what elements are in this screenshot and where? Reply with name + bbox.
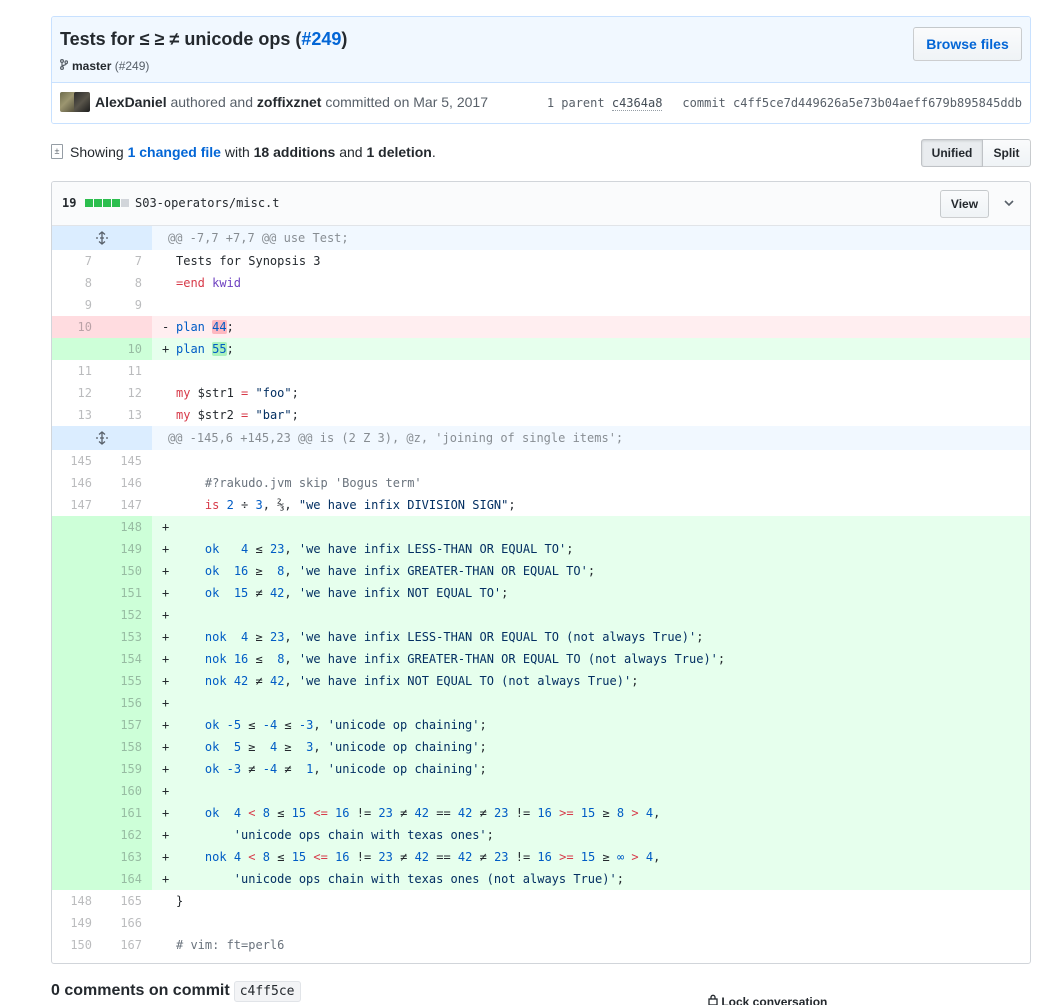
authors-line: AlexDaniel authored and zoffixznet commi… [95, 94, 488, 110]
diff-line: 88 =end kwid [84, 276, 242, 290]
added-block: 148 +149 + ok 4 ≤ 23, 'we have infix LESS-… [52, 516, 1030, 890]
branch-icon [60, 59, 69, 73]
diff-line-addition: 148 + [52, 516, 1030, 538]
diffstat-addition-block [103, 199, 111, 207]
branch-name[interactable]: master [72, 59, 111, 73]
hunk-header: @@ -7,7 +7,7 @@ use Test; [52, 226, 1030, 250]
diff-line-addition: 152 + [52, 604, 1030, 626]
diff-line-addition: 161 + ok 4 < 8 ≤ 15 <= 16 != 23 ≠ 42 == 4… [52, 802, 1030, 824]
author-link[interactable]: AlexDaniel [95, 94, 167, 110]
hunk-header: @@ -145,6 +145,23 @@ is (2 Z 3), @z, 'jo… [52, 426, 1030, 450]
diff-summary: ± Showing 1 changed file with 18 additio… [51, 139, 1031, 168]
diff-line: 149 166 [70, 916, 142, 930]
diff-line-addition: 159 + ok -3 ≠ -4 ≠ 1, 'unicode op chainin… [52, 758, 1030, 780]
commit-sha-chip: c4ff5ce [233, 981, 301, 1002]
diff-line: 146 146 #?rakudo.jvm skip 'Bogus term' [70, 476, 422, 490]
diff-line-addition: 158 + ok 5 ≥ 4 ≥ 3, 'unicode op chaining'… [52, 736, 1030, 758]
view-file-button[interactable]: View [940, 190, 989, 218]
diff-line-addition: 156 + [52, 692, 1030, 714]
diff-line-addition: 162 + 'unicode ops chain with texas ones'… [52, 824, 1030, 846]
file-header: 19 S03-operators/misc.t View [52, 182, 1030, 226]
browse-files-button[interactable]: Browse files [913, 27, 1022, 61]
commit-sha: c4ff5ce7d449626a5e73b04aeff679b895845ddb [733, 96, 1022, 110]
summary-text: Showing 1 changed file with 18 additions… [70, 144, 436, 160]
diff-line-addition: 149 + ok 4 ≤ 23, 'we have infix LESS-THAN… [52, 538, 1030, 560]
parent-sha-link[interactable]: c4364a8 [611, 96, 663, 111]
diff-lines: @@ -7,7 +7,7 @@ use Test; 77 Tests for S… [52, 226, 1030, 956]
diff-line-addition: 10 + plan 55; [52, 338, 1030, 360]
diff-line-addition: 164 + 'unicode ops chain with texas ones … [52, 868, 1030, 890]
diff-line: 150 167 # vim: ft=perl6 [70, 938, 285, 952]
unified-button[interactable]: Unified [921, 139, 983, 167]
diffstat-addition-block [85, 199, 93, 207]
avatar[interactable] [74, 92, 90, 112]
diff-line-addition: 160 + [52, 780, 1030, 802]
diffstat-neutral-block [121, 199, 129, 207]
avatars [60, 92, 92, 112]
diffstat [85, 199, 129, 207]
lock-icon [708, 994, 718, 1005]
committer-link[interactable]: zoffixznet [257, 94, 322, 110]
diff-line-addition: 155 + nok 42 ≠ 42, 'we have infix NOT EQU… [52, 670, 1030, 692]
diff-line: 13 13 my $str2 = "bar"; [77, 408, 299, 422]
diff-line: 77 Tests for Synopsis 3 [84, 254, 321, 268]
diff-line-addition: 163 + nok 4 < 8 ≤ 15 <= 16 != 23 ≠ 42 == … [52, 846, 1030, 868]
chevron-down-icon[interactable] [1000, 194, 1018, 212]
commit-header: Tests for ≤ ≥ ≠ unicode ops (#249) maste… [52, 17, 1030, 83]
unfold-icon[interactable] [52, 426, 152, 450]
commit-box: Tests for ≤ ≥ ≠ unicode ops (#249) maste… [51, 16, 1031, 124]
change-count: 19 [62, 196, 77, 210]
commit-meta: AlexDaniel authored and zoffixznet commi… [52, 83, 1030, 123]
diffstat-addition-block [94, 199, 102, 207]
changed-files-link[interactable]: 1 changed file [128, 144, 221, 160]
branch-info: master (#249) [60, 59, 149, 73]
diffstat-addition-block [112, 199, 120, 207]
commit-title: Tests for ≤ ≥ ≠ unicode ops (#249) [60, 29, 348, 49]
pr-link[interactable]: #249 [301, 29, 341, 49]
diff-line: 147 147 is 2 ÷ 3, ⅔, "we have infix DIVIS… [70, 498, 516, 512]
diff-line-addition: 150 + ok 16 ≥ 8, 'we have infix GREATER-T… [52, 560, 1030, 582]
diff-view-toggle: Unified Split [921, 139, 1031, 167]
diff-line-addition: 151 + ok 15 ≠ 42, 'we have infix NOT EQUA… [52, 582, 1030, 604]
diff-line-addition: 157 + ok -5 ≤ -4 ≤ -3, 'unicode op chaini… [52, 714, 1030, 736]
diff-line: 12 12 my $str1 = "foo"; [77, 386, 299, 400]
diff-line: 148 165 } [70, 894, 184, 908]
comments-title: 0 comments on commit c4ff5ce [51, 981, 301, 1002]
diff-line: 11 11 [77, 364, 142, 378]
file-diff: 19 S03-operators/misc.t View @@ -7,7 +7,… [51, 181, 1031, 964]
unfold-icon[interactable] [52, 226, 152, 250]
file-diff-icon: ± [51, 144, 63, 159]
diff-line-deletion: 10- plan 44; [52, 316, 1030, 338]
diff-line: 145 145 [70, 454, 142, 468]
diff-line: 99 [84, 298, 142, 312]
diff-line-addition: 154 + nok 16 ≤ 8, 'we have infix GREATER-… [52, 648, 1030, 670]
commit-sha-info: 1 parent c4364a8 commit c4ff5ce7d449626a5… [546, 96, 1022, 111]
diff-line-addition: 153 + nok 4 ≥ 23, 'we have infix LESS-THA… [52, 626, 1030, 648]
split-button[interactable]: Split [983, 139, 1031, 167]
file-path[interactable]: S03-operators/misc.t [135, 196, 280, 210]
lock-conversation[interactable]: Lock conversation [708, 994, 827, 1005]
